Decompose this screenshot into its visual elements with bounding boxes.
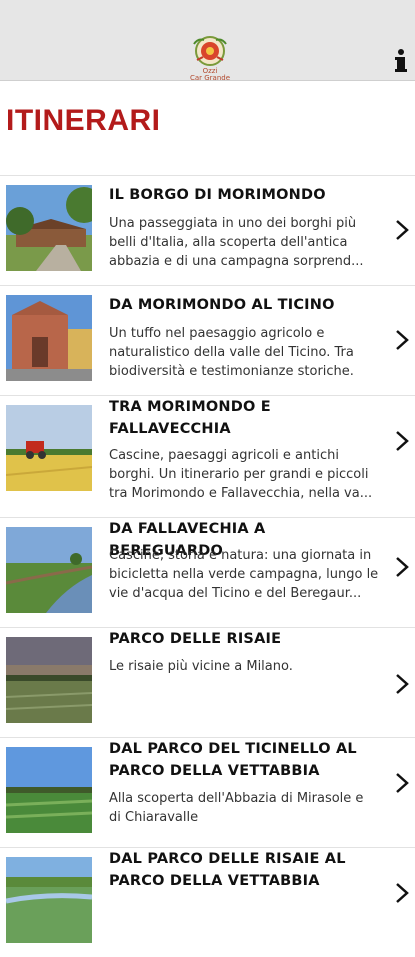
list-item[interactable]: PARCO DELLE RISAIE Le risaie più vicine … (0, 627, 415, 737)
itinerary-thumbnail (6, 747, 92, 833)
list-item[interactable]: IL BORGO DI MORIMONDO Una passeggiata in… (0, 175, 415, 285)
itinerary-title: IL BORGO DI MORIMONDO (109, 187, 326, 203)
itinerary-description: Cascine, storia e natura: una giornata i… (109, 548, 379, 601)
itinerary-thumbnail (6, 295, 92, 381)
chevron-right-icon (396, 773, 409, 793)
itinerary-title: DAL PARCO DELLE RISAIE AL PARCO DELLA VE… (109, 851, 346, 889)
itinerary-title: PARCO DELLE RISAIE (109, 631, 282, 647)
chevron-right-icon (396, 431, 409, 451)
itinerary-thumbnail (6, 637, 92, 723)
chevron-right-icon (396, 557, 409, 577)
itinerary-description: Cascine, paesaggi agricoli e antichi bor… (109, 448, 373, 501)
info-icon (395, 49, 407, 72)
itinerary-thumbnail (6, 857, 92, 943)
itinerary-title: TRA MORIMONDO E FALLAVECCHIA (109, 399, 271, 437)
itinerary-description: Le risaie più vicine a Milano. (109, 659, 293, 674)
itinerary-thumbnail (6, 405, 92, 491)
itinerary-list: IL BORGO DI MORIMONDO Una passeggiata in… (0, 175, 415, 957)
list-item[interactable]: DA FALLAVECHIA A BEREGUARDO Cascine, sto… (0, 517, 415, 627)
itinerary-description: Alla scoperta dell'Abbazia di Mirasole e… (109, 791, 364, 825)
itinerary-title: DA MORIMONDO AL TICINO (109, 297, 335, 313)
list-item[interactable]: DAL PARCO DEL TICINELLO AL PARCO DELLA V… (0, 737, 415, 847)
list-item[interactable]: TRA MORIMONDO E FALLAVECCHIA Cascine, pa… (0, 395, 415, 517)
app-logo[interactable]: Ozzi Car Grande (188, 34, 232, 82)
itinerary-thumbnail (6, 527, 92, 613)
itinerary-thumbnail (6, 185, 92, 271)
info-button[interactable] (393, 48, 409, 74)
app-header: Ozzi Car Grande (0, 0, 415, 82)
list-item[interactable]: DAL PARCO DELLE RISAIE AL PARCO DELLA VE… (0, 847, 415, 957)
logo-emblem-icon (193, 36, 227, 66)
logo-text-line2: Car Grande (189, 74, 231, 82)
chevron-right-icon (396, 883, 409, 903)
itinerary-description: Un tuffo nel paesaggio agricolo e natura… (109, 326, 354, 379)
itinerary-title: DAL PARCO DEL TICINELLO AL PARCO DELLA V… (109, 741, 357, 779)
logo-text: Ozzi Car Grande (188, 68, 232, 82)
chevron-right-icon (396, 220, 409, 240)
chevron-right-icon (396, 674, 409, 694)
list-item[interactable]: DA MORIMONDO AL TICINO Un tuffo nel paes… (0, 285, 415, 395)
page-title: ITINERARI (6, 104, 161, 137)
chevron-right-icon (396, 330, 409, 350)
itinerary-description: Una passeggiata in uno dei borghi più be… (109, 216, 364, 269)
